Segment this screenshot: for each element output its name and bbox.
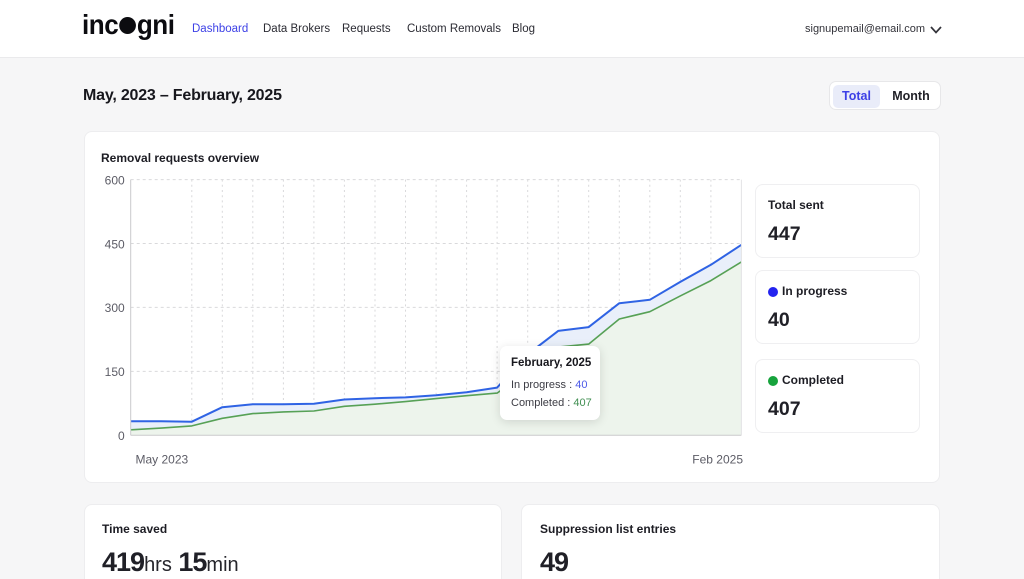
svg-text:May 2023: May 2023 [136,453,189,467]
svg-text:0: 0 [118,429,125,443]
svg-text:Feb 2025: Feb 2025 [692,453,743,467]
svg-text:600: 600 [105,173,125,187]
svg-text:450: 450 [105,237,125,251]
svg-text:150: 150 [105,365,125,379]
svg-text:300: 300 [105,301,125,315]
